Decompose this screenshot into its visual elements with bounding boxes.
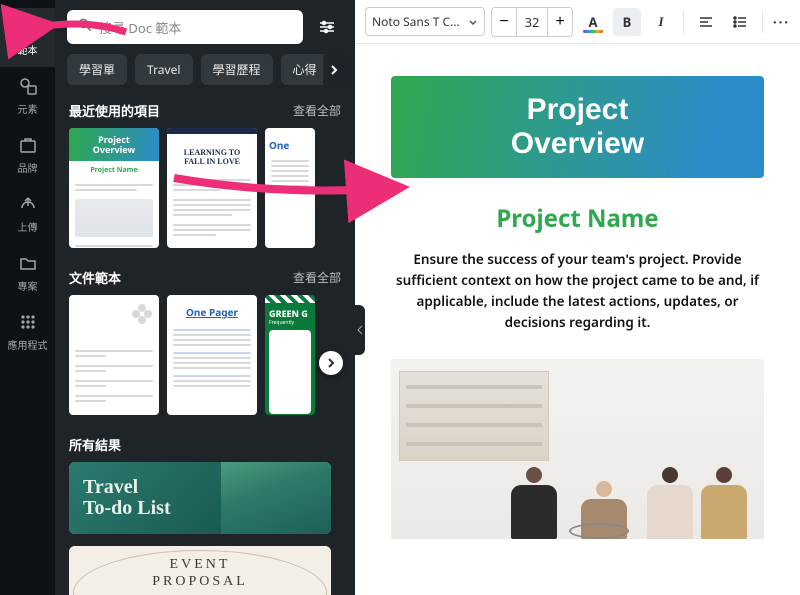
- rail-apps[interactable]: 應用程式: [0, 303, 55, 362]
- section-title: 文件範本: [69, 268, 121, 287]
- rail-projects[interactable]: 專案: [0, 244, 55, 303]
- thumb-title: One: [265, 128, 315, 154]
- font-size-value[interactable]: 32: [516, 8, 548, 36]
- template-thumb[interactable]: CreativeBrief: [69, 295, 159, 415]
- more-button[interactable]: ···: [773, 13, 790, 31]
- project-description[interactable]: Ensure the success of your team's projec…: [391, 249, 764, 333]
- section-title: 所有結果: [69, 435, 121, 454]
- upload-icon: [17, 193, 39, 215]
- text-color-button[interactable]: A: [579, 8, 607, 36]
- chevron-right-icon: [325, 357, 337, 369]
- chip[interactable]: 學習歷程: [201, 54, 273, 85]
- list-icon: [732, 14, 748, 30]
- chip[interactable]: 心得: [281, 54, 329, 85]
- canvas-area: Noto Sans T Chin… − 32 + A B I ··· Proje…: [355, 0, 800, 595]
- rail-upload[interactable]: 上傳: [0, 185, 55, 244]
- projects-icon: [17, 252, 39, 274]
- thumb-title: One Pager: [167, 295, 257, 323]
- side-rail: 範本 元素 品牌 上傳 專案 應用程式: [0, 0, 55, 595]
- rail-label: 元素: [18, 101, 38, 116]
- template-panel: 搜尋 Doc 範本 學習單 Travel 學習歷程 心得 最近使用的項目 查看全…: [55, 0, 355, 595]
- search-input[interactable]: 搜尋 Doc 範本: [67, 10, 303, 44]
- chevron-down-icon: [468, 17, 478, 27]
- rail-label: 範本: [18, 42, 38, 57]
- italic-button[interactable]: I: [647, 8, 675, 36]
- rail-brand[interactable]: 品牌: [0, 126, 55, 185]
- chevron-right-icon: [328, 64, 340, 76]
- brand-icon: [17, 134, 39, 156]
- rail-label: 品牌: [18, 160, 38, 175]
- thumb-title: Project Overview: [69, 128, 159, 161]
- rail-label: 應用程式: [8, 337, 48, 352]
- search-placeholder: 搜尋 Doc 範本: [99, 18, 181, 37]
- search-icon: [77, 17, 93, 37]
- template-thumb[interactable]: EVENT PROPOSAL: [69, 546, 331, 595]
- bold-button[interactable]: B: [613, 8, 641, 36]
- rail-label: 上傳: [18, 219, 38, 234]
- font-size-stepper: − 32 +: [491, 7, 573, 37]
- decrease-size-button[interactable]: −: [492, 8, 516, 36]
- list-button[interactable]: [726, 8, 754, 36]
- toolbar-separator: [762, 11, 763, 33]
- see-all-button[interactable]: 查看全部: [293, 102, 341, 119]
- see-all-button[interactable]: 查看全部: [293, 269, 341, 286]
- filter-button[interactable]: [311, 11, 343, 43]
- template-thumb[interactable]: One Pager: [167, 295, 257, 415]
- chevron-left-icon: [357, 325, 363, 335]
- recent-thumbnails: Project Overview Project Name LEARNING T…: [55, 128, 355, 264]
- rail-templates[interactable]: 範本: [0, 8, 55, 67]
- banner-heading[interactable]: Project Overview: [391, 76, 764, 178]
- thumb-title: LEARNING TO FALL IN LOVE: [167, 134, 257, 170]
- thumb-title: Travel To-do List: [69, 462, 226, 534]
- document-canvas[interactable]: Project Overview Project Name Ensure the…: [355, 44, 800, 595]
- template-thumb[interactable]: Project Overview Project Name: [69, 128, 159, 248]
- rail-elements[interactable]: 元素: [0, 67, 55, 126]
- chip[interactable]: 學習單: [67, 54, 127, 85]
- thumb-title: GREEN G: [265, 303, 315, 320]
- chip[interactable]: Travel: [135, 54, 192, 85]
- template-thumb[interactable]: One: [265, 128, 315, 248]
- sliders-icon: [317, 17, 337, 37]
- thumb-title: Creative: [77, 305, 118, 319]
- align-left-icon: [698, 14, 714, 30]
- text-toolbar: Noto Sans T Chin… − 32 + A B I ···: [355, 0, 800, 44]
- increase-size-button[interactable]: +: [548, 8, 572, 36]
- font-name: Noto Sans T Chin…: [372, 13, 464, 30]
- font-select[interactable]: Noto Sans T Chin…: [365, 7, 485, 36]
- flower-icon: [131, 303, 153, 325]
- templates-icon: [17, 16, 39, 38]
- template-thumb[interactable]: Travel To-do List: [69, 462, 331, 534]
- template-thumb[interactable]: LEARNING TO FALL IN LOVE: [167, 128, 257, 248]
- elements-icon: [17, 75, 39, 97]
- align-button[interactable]: [692, 8, 720, 36]
- section-title: 最近使用的項目: [69, 101, 160, 120]
- chips-next-button[interactable]: [323, 55, 345, 85]
- project-name-heading[interactable]: Project Name: [391, 202, 764, 235]
- thumb-subtitle: Project Name: [69, 166, 159, 175]
- apps-icon: [17, 311, 39, 333]
- toolbar-separator: [683, 11, 684, 33]
- thumbs-next-button[interactable]: [319, 351, 343, 375]
- rail-label: 專案: [18, 278, 38, 293]
- doc-template-thumbnails: CreativeBrief One Pager GREEN GFrequentl…: [55, 295, 355, 431]
- template-thumb[interactable]: GREEN GFrequently: [265, 295, 315, 415]
- panel-collapse-handle[interactable]: [355, 305, 365, 355]
- document-image[interactable]: [391, 359, 764, 539]
- filter-chips: 學習單 Travel 學習歷程 心得: [55, 52, 355, 97]
